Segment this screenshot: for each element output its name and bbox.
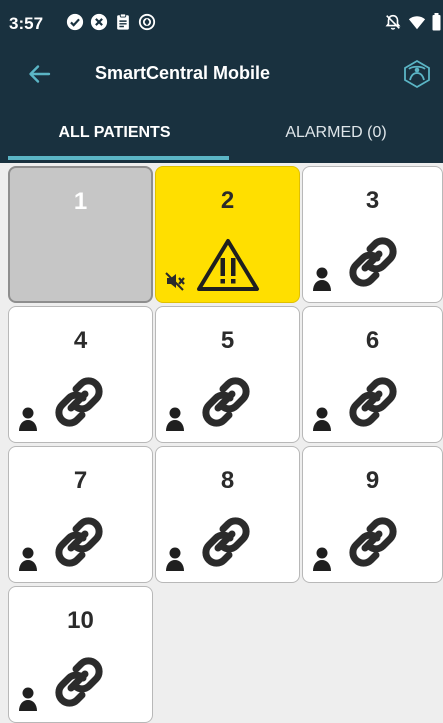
bed-number: 4 — [73, 327, 88, 354]
sync-circle-icon — [138, 13, 156, 31]
bed-number: 6 — [365, 327, 380, 354]
system-status-icons — [384, 13, 441, 31]
bed-card-2[interactable]: 2 — [155, 166, 300, 303]
link-icon — [349, 377, 397, 427]
person-icon — [313, 407, 331, 431]
status-bar: 3:57 — [0, 0, 443, 44]
warning-icon — [197, 239, 259, 291]
error-circle-icon — [90, 13, 108, 31]
link-icon — [202, 517, 250, 567]
bed-number: 8 — [220, 467, 235, 494]
notifications-off-icon — [385, 14, 401, 30]
bed-card-10[interactable]: 10 — [8, 586, 153, 723]
person-icon — [166, 407, 184, 431]
link-icon — [55, 657, 103, 707]
notification-icons — [66, 13, 156, 31]
bed-card-9[interactable]: 9 — [302, 446, 443, 583]
link-icon — [55, 377, 103, 427]
tab-bar: ALL PATIENTS ALARMED (0) — [0, 102, 443, 163]
page-title: SmartCentral Mobile — [95, 63, 271, 83]
wifi-icon — [408, 16, 426, 30]
bed-number: 1 — [73, 188, 88, 215]
link-icon — [55, 517, 103, 567]
bed-number: 3 — [365, 187, 380, 214]
bed-card-8[interactable]: 8 — [155, 446, 300, 583]
person-icon — [19, 407, 37, 431]
bed-card-7[interactable]: 7 — [8, 446, 153, 583]
link-icon — [202, 377, 250, 427]
tab-alarmed[interactable]: ALARMED (0) — [229, 102, 443, 163]
patient-grid: 1 2 3 4 5 6 7 8 9 10 — [8, 166, 443, 723]
bed-card-6[interactable]: 6 — [302, 306, 443, 443]
bed-number: 9 — [365, 467, 380, 494]
app-logo-icon[interactable] — [401, 58, 433, 90]
link-icon — [349, 237, 397, 287]
bed-number: 7 — [73, 467, 88, 494]
person-icon — [19, 547, 37, 571]
bed-number: 10 — [67, 607, 94, 634]
check-circle-icon — [66, 13, 84, 31]
bed-number: 5 — [220, 327, 235, 354]
bed-card-5[interactable]: 5 — [155, 306, 300, 443]
link-icon — [349, 517, 397, 567]
tab-all-patients[interactable]: ALL PATIENTS — [0, 102, 229, 163]
battery-icon — [432, 13, 441, 31]
back-arrow-icon[interactable] — [26, 61, 52, 87]
bed-card-4[interactable]: 4 — [8, 306, 153, 443]
person-icon — [166, 547, 184, 571]
person-icon — [19, 687, 37, 711]
person-icon — [313, 267, 331, 291]
bed-card-1[interactable]: 1 — [8, 166, 153, 303]
bed-card-3[interactable]: 3 — [302, 166, 443, 303]
clipboard-icon — [117, 13, 129, 30]
person-icon — [313, 547, 331, 571]
app-bar: SmartCentral Mobile — [0, 44, 443, 102]
status-time: 3:57 — [9, 14, 44, 33]
active-tab-indicator — [8, 156, 229, 160]
muted-speaker-icon — [165, 272, 185, 291]
bed-number: 2 — [220, 187, 235, 214]
